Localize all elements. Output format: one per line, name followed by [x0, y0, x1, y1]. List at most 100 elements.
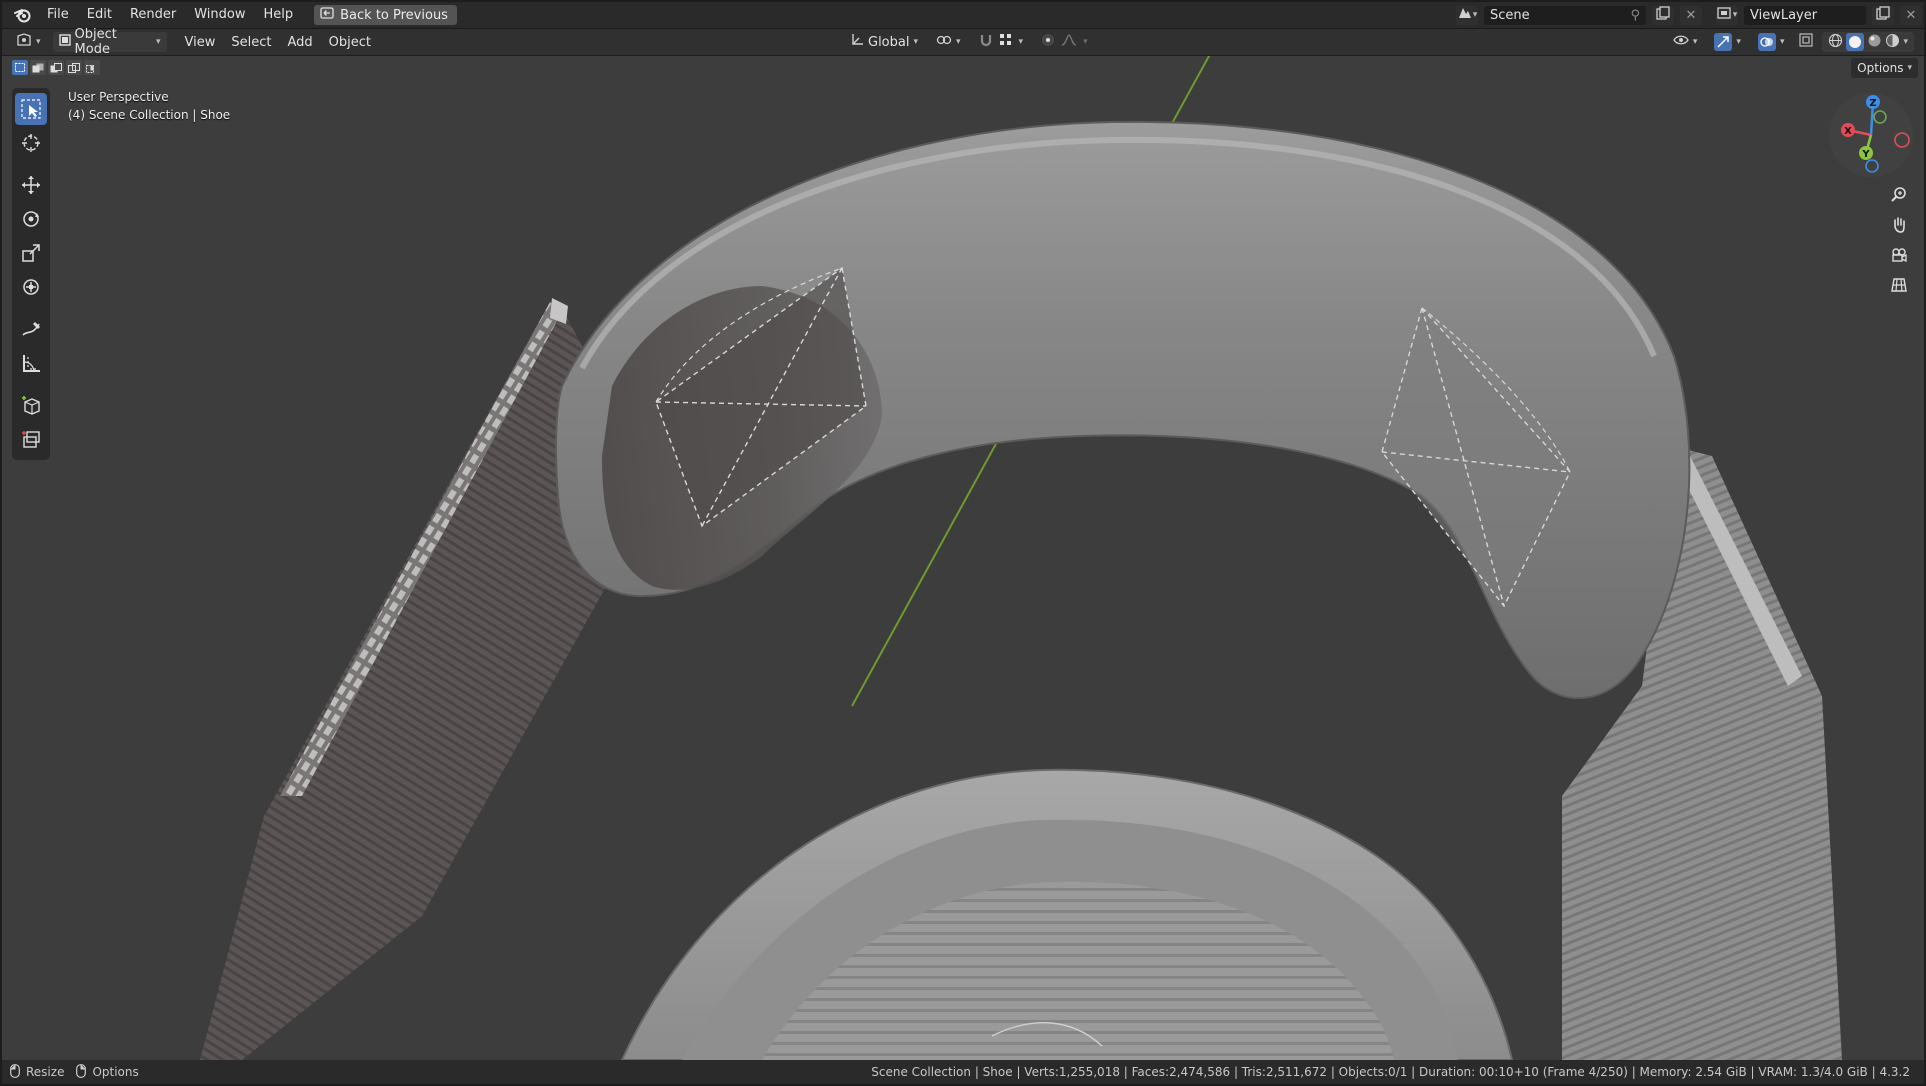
add-cube-tool-icon[interactable] — [15, 389, 47, 421]
view-layer-browse-button[interactable]: ▾ — [1716, 5, 1738, 25]
top-menu-bar: File Edit Render Window Help Back to Pre… — [2, 2, 1924, 29]
new-scene-button[interactable] — [1652, 5, 1674, 25]
gizmo-z-label: Z — [1869, 98, 1876, 109]
chevron-down-icon: ▾ — [1907, 63, 1912, 73]
chevron-down-icon: ▾ — [1732, 10, 1738, 20]
orientation-icon — [850, 33, 864, 51]
back-to-previous-label: Back to Previous — [340, 7, 448, 23]
gizmo-icon — [1714, 33, 1733, 51]
delete-view-layer-button[interactable]: ✕ — [1900, 5, 1922, 25]
orthographic-grid-icon[interactable] — [1886, 272, 1912, 298]
navigation-gizmo[interactable]: Z X Y — [1826, 90, 1916, 180]
chevron-down-icon: ▾ — [156, 37, 161, 47]
rotate-tool-icon[interactable] — [15, 203, 47, 235]
chevron-down-icon: ▾ — [1018, 37, 1024, 47]
proportional-edit-icon[interactable] — [1041, 33, 1055, 51]
viewport-perspective-label: User Perspective — [68, 90, 169, 104]
gizmo-toggle[interactable]: ▾ — [1708, 32, 1747, 52]
select-intersect-icon[interactable] — [84, 60, 100, 75]
scene-icon — [1457, 6, 1473, 24]
gizmo-x-label: X — [1844, 126, 1852, 137]
chevron-down-icon: ▾ — [956, 37, 961, 47]
solid-shading-icon[interactable] — [1846, 33, 1865, 51]
scene-selector-group: ▾ Scene ⚲ ✕ ▾ ViewLayer ✕ — [1456, 2, 1922, 28]
zoom-icon[interactable] — [1886, 182, 1912, 208]
view-layer-field[interactable]: ViewLayer — [1744, 5, 1866, 25]
object-mode-label: Object Mode — [74, 27, 117, 57]
chevron-down-icon: ▾ — [1779, 37, 1785, 47]
transform-tools: Global ▾ ▾ ▾ ▾ — [844, 32, 1094, 52]
mouse-left-icon — [10, 1063, 20, 1081]
transform-orientation-label: Global — [868, 34, 910, 50]
xray-toggle[interactable] — [1795, 33, 1817, 52]
transform-orientation-dropdown[interactable]: Global ▾ — [844, 32, 924, 52]
back-to-previous-button[interactable]: Back to Previous — [314, 5, 457, 25]
wireframe-shading-icon[interactable] — [1828, 33, 1843, 52]
pan-hand-icon[interactable] — [1886, 212, 1912, 238]
chevron-down-icon: ▾ — [1736, 37, 1741, 47]
move-tool-icon[interactable] — [15, 169, 47, 201]
3d-viewport-icon — [16, 33, 32, 51]
menu-edit[interactable]: Edit — [78, 4, 121, 26]
chevron-down-icon: ▾ — [1472, 10, 1478, 20]
select-difference-icon[interactable] — [66, 60, 82, 75]
new-view-layer-button[interactable] — [1872, 5, 1894, 25]
falloff-curve-icon[interactable] — [1061, 34, 1077, 50]
blender-logo-icon[interactable] — [12, 4, 34, 26]
scene-browse-button[interactable]: ▾ — [1456, 5, 1478, 25]
close-icon: ✕ — [1905, 7, 1917, 23]
options-label: Options — [1857, 61, 1904, 75]
eye-icon — [1673, 34, 1689, 50]
shoe-model-render — [200, 56, 1842, 1060]
overlays-toggle[interactable]: ▾ — [1752, 32, 1791, 52]
proportional-editing-group[interactable]: ▾ — [1035, 32, 1094, 52]
mouse-right-icon — [76, 1063, 87, 1081]
select-box-tool-icon[interactable] — [15, 93, 47, 125]
material-shading-icon[interactable] — [1867, 33, 1882, 52]
scale-tool-icon[interactable] — [15, 237, 47, 269]
xray-icon — [1799, 33, 1814, 51]
select-extend-icon[interactable] — [30, 60, 46, 75]
magnet-icon[interactable] — [979, 33, 993, 51]
transform-tool-icon[interactable] — [15, 271, 47, 303]
options-hint-label: Options — [92, 1065, 139, 1079]
rendered-shading-icon[interactable] — [1885, 33, 1900, 52]
object-mode-dropdown[interactable]: Object Mode ▾ — [52, 27, 167, 57]
menu-view[interactable]: View — [177, 35, 224, 50]
chevron-down-icon: ▾ — [913, 37, 919, 47]
viewport-options-button[interactable]: Options ▾ — [1851, 58, 1918, 78]
pivot-point-dropdown[interactable]: ▾ — [930, 32, 967, 52]
duplicate-icon — [1656, 6, 1670, 24]
scene-statistics: Scene Collection | Shoe | Verts:1,255,01… — [871, 1065, 1910, 1079]
menu-help[interactable]: Help — [255, 4, 303, 26]
annotate-tool-icon[interactable] — [15, 313, 47, 345]
scene-name: Scene — [1490, 7, 1530, 23]
menu-select[interactable]: Select — [223, 35, 279, 50]
menu-add[interactable]: Add — [280, 35, 321, 50]
extrude-tool-icon[interactable] — [15, 423, 47, 455]
3d-viewport[interactable]: User Perspective (4) Scene Collection | … — [2, 56, 1924, 1060]
chevron-down-icon: ▾ — [1083, 37, 1088, 47]
viewport-header: ▾ Object Mode ▾ View Select Add Object G… — [2, 27, 1924, 57]
overlays-icon — [1757, 33, 1776, 51]
cursor-tool-icon[interactable] — [15, 127, 47, 159]
measure-tool-icon[interactable] — [15, 347, 47, 379]
view-layer-icon — [1717, 6, 1733, 24]
menu-window[interactable]: Window — [185, 4, 254, 26]
pin-icon[interactable]: ⚲ — [1630, 8, 1640, 23]
menu-file[interactable]: File — [38, 4, 78, 26]
select-new-icon[interactable] — [12, 60, 28, 75]
camera-view-icon[interactable] — [1886, 242, 1912, 268]
chevron-down-icon: ▾ — [1903, 37, 1908, 47]
snap-grid-icon[interactable] — [999, 33, 1013, 51]
select-subtract-icon[interactable] — [48, 60, 64, 75]
view-layer-name: ViewLayer — [1750, 7, 1818, 23]
snapping-group[interactable]: ▾ — [973, 32, 1030, 52]
menu-object[interactable]: Object — [321, 35, 379, 50]
scene-name-field[interactable]: Scene ⚲ — [1484, 5, 1646, 25]
editor-type-button[interactable]: ▾ — [10, 32, 47, 52]
menu-render[interactable]: Render — [121, 4, 185, 26]
visibility-dropdown[interactable]: ▾ — [1667, 32, 1704, 52]
delete-scene-button[interactable]: ✕ — [1680, 5, 1702, 25]
close-icon: ✕ — [1685, 7, 1697, 23]
